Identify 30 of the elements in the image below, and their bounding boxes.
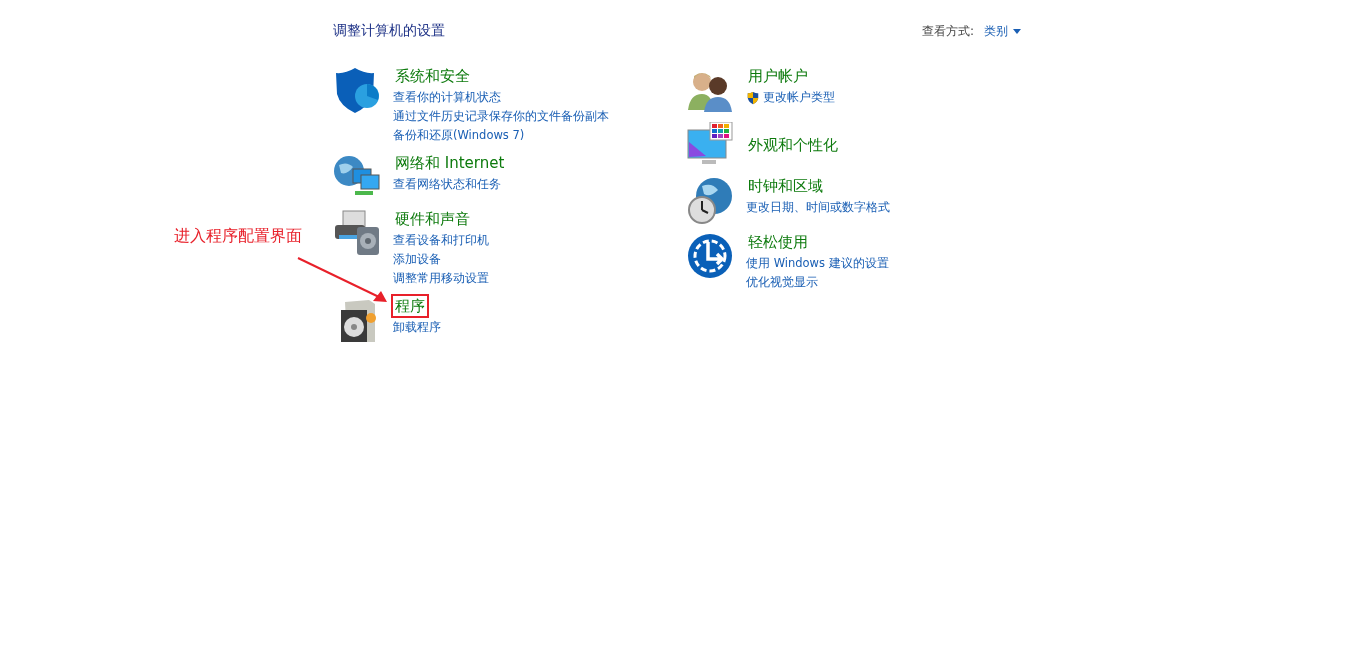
category-link[interactable]: 时钟和区域 [744, 174, 827, 198]
accessibility-icon[interactable] [686, 232, 734, 280]
shield-icon [746, 90, 760, 105]
printer-speaker-icon[interactable] [333, 209, 381, 257]
task-link[interactable]: 查看设备和打印机 [393, 231, 489, 250]
globe-clock-icon[interactable] [686, 176, 734, 224]
task-link[interactable]: 添加设备 [393, 250, 441, 269]
view-by-label: 查看方式: [921, 22, 974, 40]
task-link[interactable]: 使用 Windows 建议的设置 [746, 254, 889, 273]
task-link[interactable]: 备份和还原(Windows 7) [393, 126, 525, 145]
task-link[interactable]: 查看你的计算机状态 [393, 88, 501, 107]
task-link[interactable]: 查看网络状态和任务 [393, 175, 501, 194]
task-link[interactable]: 通过文件历史记录保存你的文件备份副本 [393, 107, 609, 126]
category-link[interactable]: 用户帐户 [744, 64, 812, 88]
category-link[interactable]: 轻松使用 [744, 230, 812, 254]
category-link[interactable]: 系统和安全 [391, 64, 474, 88]
shield-icon[interactable] [333, 66, 381, 114]
category-link[interactable]: 外观和个性化 [744, 133, 842, 157]
caret-icon [1013, 28, 1021, 34]
task-link[interactable]: 更改日期、时间或数字格式 [746, 198, 890, 217]
task-link[interactable]: 调整常用移动设置 [393, 269, 489, 288]
category-link[interactable]: 网络和 Internet [391, 151, 509, 175]
category-link[interactable]: 程序 [391, 294, 429, 318]
annotation-text: 进入程序配置界面 [174, 226, 302, 247]
task-link[interactable]: 优化视觉显示 [746, 273, 818, 292]
category-link[interactable]: 硬件和声音 [391, 207, 474, 231]
view-by-dropdown[interactable]: 类别 [984, 22, 1021, 40]
task-link[interactable]: 卸载程序 [393, 318, 441, 337]
page-title: 调整计算机的设置 [333, 22, 445, 40]
task-link[interactable]: 更改帐户类型 [763, 88, 835, 107]
